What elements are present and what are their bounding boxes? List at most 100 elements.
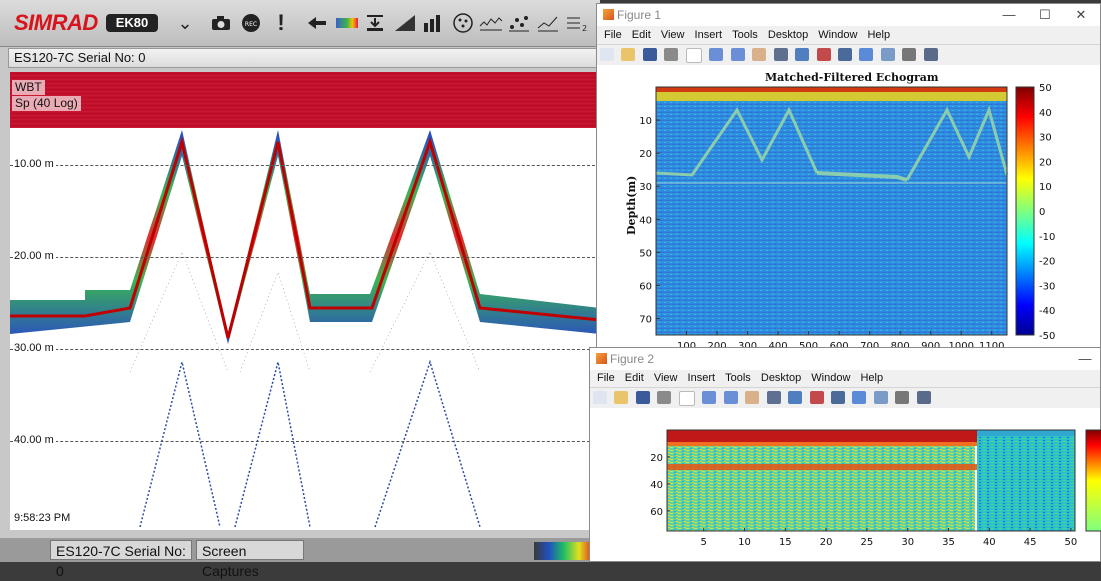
menu-insert[interactable]: Insert (688, 369, 716, 387)
pointer-icon[interactable] (685, 48, 702, 63)
colorbar-tick-label: 50 (1039, 83, 1052, 94)
menu-help[interactable]: Help (860, 369, 883, 387)
figure2-canvas: 5 10 15 20 25 30 35 40 45 50 20 40 60 (590, 408, 1101, 563)
menu-window[interactable]: Window (811, 369, 850, 387)
depth-label: 20.00 m (14, 250, 56, 262)
menu-file[interactable]: File (597, 369, 615, 387)
menu-desktop[interactable]: Desktop (761, 369, 801, 387)
legend-toggle-icon[interactable] (880, 48, 895, 61)
close-button[interactable]: ✕ (1066, 4, 1096, 26)
depth-gridline (10, 257, 600, 258)
scatter-icon[interactable] (506, 10, 532, 36)
line-noise-icon[interactable] (478, 10, 504, 36)
open-file-icon[interactable] (614, 391, 629, 404)
zoom-out-icon[interactable] (723, 391, 738, 404)
colorbar-tick-label: -50 (1039, 331, 1055, 342)
link-icon[interactable] (837, 48, 852, 61)
bar-chart-icon[interactable] (420, 10, 446, 36)
dock-icon[interactable] (923, 48, 938, 61)
maximize-button[interactable]: ☐ (1030, 4, 1060, 26)
numbered-list-icon[interactable]: 23 (564, 10, 590, 36)
brush-icon[interactable] (816, 48, 831, 61)
matrix-heatmap[interactable]: 5 10 15 20 25 30 35 40 45 50 20 40 60 (590, 408, 1101, 563)
tab-channel[interactable]: ES120-7C Serial No: 0 (50, 540, 192, 579)
display-type-label: Sp (40 Log) (12, 96, 81, 111)
menu-insert[interactable]: Insert (695, 26, 723, 44)
menu-view[interactable]: View (661, 26, 685, 44)
new-figure-icon[interactable] (593, 391, 607, 404)
print-icon[interactable] (657, 391, 672, 404)
depth-gridline (10, 165, 600, 166)
x-tick-label: 15 (779, 537, 792, 548)
target-icon[interactable] (450, 10, 476, 36)
menu-edit[interactable]: Edit (632, 26, 651, 44)
minimize-button[interactable]: — (994, 4, 1024, 26)
figure2-window: Figure 2 — File Edit View Insert Tools D… (589, 347, 1101, 562)
menu-edit[interactable]: Edit (625, 369, 644, 387)
color-scale-icon[interactable] (334, 10, 360, 36)
depth-label: 40.00 m (14, 434, 56, 446)
hide-tools-icon[interactable] (902, 48, 917, 61)
colorbar-tick-label: 0 (1039, 207, 1045, 218)
save-icon[interactable] (642, 48, 657, 61)
menu-help[interactable]: Help (867, 26, 890, 44)
x-tick-label: 25 (861, 537, 874, 548)
colorbar (1015, 86, 1035, 336)
save-icon[interactable] (635, 391, 650, 404)
menu-window[interactable]: Window (818, 26, 857, 44)
ek80-echogram[interactable]: WBT Sp (40 Log) 10.00 m 20.00 m 30.00 m … (10, 72, 600, 530)
minimize-button[interactable]: — (1070, 348, 1100, 370)
colorbar-tick-label: 10 (1039, 182, 1052, 193)
y-tick-label: 10 (639, 116, 652, 127)
exclamation-icon[interactable]: ! (268, 10, 294, 36)
y-tick-label: 70 (639, 314, 652, 325)
figure2-title: Figure 2 (610, 352, 655, 366)
new-figure-icon[interactable] (600, 48, 614, 61)
pan-icon[interactable] (745, 391, 760, 404)
x-tick-label: 20 (820, 537, 833, 548)
ping-time-label: 9:58:23 PM (14, 512, 71, 524)
camera-icon[interactable] (208, 10, 234, 36)
chevrons-down-icon[interactable]: ⌄ (172, 10, 198, 36)
pointer-icon[interactable] (678, 391, 695, 406)
zoom-in-icon[interactable] (702, 391, 717, 404)
back-arrow-icon[interactable] (304, 10, 330, 36)
data-cursor-icon[interactable] (788, 391, 803, 404)
rotate-icon[interactable] (766, 391, 781, 404)
bottom-detect-icon[interactable] (362, 10, 388, 36)
dock-icon[interactable] (916, 391, 931, 404)
colorbar-toggle-icon[interactable] (852, 391, 867, 404)
hide-tools-icon[interactable] (895, 391, 910, 404)
zoom-in-icon[interactable] (709, 48, 724, 61)
menu-file[interactable]: File (604, 26, 622, 44)
y-tick-label: 50 (639, 248, 652, 259)
open-file-icon[interactable] (621, 48, 636, 61)
menu-tools[interactable]: Tools (732, 26, 758, 44)
legend-toggle-icon[interactable] (873, 391, 888, 404)
menu-desktop[interactable]: Desktop (768, 26, 808, 44)
rotate-icon[interactable] (773, 48, 788, 61)
depth-gridline (10, 349, 600, 350)
record-icon[interactable]: REC (238, 10, 264, 36)
colorbar-toggle-icon[interactable] (859, 48, 874, 61)
figure1-menubar: File Edit View Insert Tools Desktop Wind… (597, 26, 1100, 44)
menu-tools[interactable]: Tools (725, 369, 751, 387)
y-tick-label: 20 (639, 149, 652, 160)
data-cursor-icon[interactable] (795, 48, 810, 61)
x-tick-label: 30 (901, 537, 914, 548)
ek80-status-bar: ES120-7C Serial No: 0 Screen Captures (0, 538, 600, 579)
channel-title-bar: ES120-7C Serial No: 0 (8, 48, 600, 68)
trend-icon[interactable] (535, 10, 561, 36)
link-icon[interactable] (830, 391, 845, 404)
depth-label: 10.00 m (14, 158, 56, 170)
brush-icon[interactable] (809, 391, 824, 404)
y-tick-label: 60 (639, 281, 652, 292)
x-tick-label: 45 (1024, 537, 1037, 548)
zoom-out-icon[interactable] (730, 48, 745, 61)
tab-screen-captures[interactable]: Screen Captures (196, 540, 304, 579)
echogram-heatmap[interactable]: 100 200 300 400 500 600 700 800 900 1000 1100 1020… (597, 65, 1101, 351)
print-icon[interactable] (664, 48, 679, 61)
pan-icon[interactable] (752, 48, 767, 61)
gradient-icon[interactable] (392, 10, 418, 36)
menu-view[interactable]: View (654, 369, 678, 387)
